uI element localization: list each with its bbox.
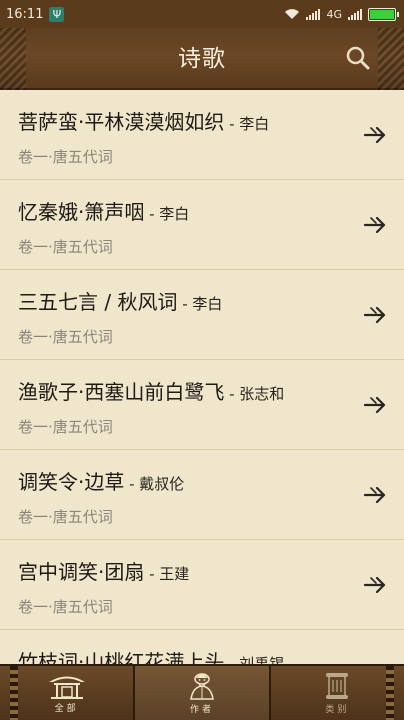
poem-title-text: 竹枝词·山桃红花满上头 (18, 650, 225, 664)
poem-title-text: 宫中调笑·团扇 (18, 560, 145, 584)
nav-tab-author-label: 作者 (189, 704, 214, 715)
poem-title-text: 三五七言 / 秋风词 (18, 290, 178, 314)
poem-title: 竹枝词·山桃红花满上头 - 刘禹锡 (18, 646, 344, 664)
bottom-nav: 全部 作者 类别 (0, 664, 404, 720)
search-button[interactable] (342, 42, 374, 74)
poem-author: - 李白 (224, 115, 270, 133)
poem-collection: 卷一·唐五代词 (18, 328, 113, 346)
search-icon (346, 46, 370, 70)
poem-title-text: 调笑令·边草 (18, 470, 125, 494)
arrow-right-icon[interactable] (362, 572, 388, 598)
arrow-right-icon[interactable] (362, 392, 388, 418)
poem-title: 宫中调笑·团扇 - 王建 (18, 556, 344, 585)
pavilion-icon (48, 676, 85, 699)
poem-author: - 戴叔伦 (124, 475, 185, 493)
battery-fill (370, 9, 394, 19)
status-left: 16:11 Ψ (6, 6, 65, 22)
scholar-icon (190, 672, 214, 700)
poem-collection: 卷一·唐五代词 (18, 418, 113, 436)
signal-icon-2 (348, 8, 362, 20)
poem-author: - 刘禹锡 (224, 655, 285, 664)
poem-collection: 卷一·唐五代词 (18, 508, 113, 526)
arrow-right-icon[interactable] (362, 302, 388, 328)
scroll-icon (326, 672, 349, 699)
list-item[interactable]: 竹枝词·山桃红花满上头 - 刘禹锡 (0, 630, 404, 664)
app-header: 诗歌 (0, 28, 404, 90)
nav-tab-all-label: 全部 (54, 703, 79, 714)
status-bar: 16:11 Ψ 4G (0, 0, 404, 28)
arrow-right-icon[interactable] (362, 122, 388, 148)
nav-tab-all[interactable]: 全部 (0, 666, 133, 720)
list-item[interactable]: 忆秦娥·箫声咽 - 李白 卷一·唐五代词 (0, 180, 404, 270)
poem-title: 调笑令·边草 - 戴叔伦 (18, 466, 344, 495)
list-item[interactable]: 菩萨蛮·平林漠漠烟如织 - 李白 卷一·唐五代词 (0, 90, 404, 180)
poem-title-text: 渔歌子·西塞山前白鹭飞 (18, 380, 225, 404)
status-time: 16:11 (6, 6, 44, 22)
signal-icon (306, 8, 321, 20)
poem-author: - 张志和 (224, 385, 285, 403)
poem-title: 忆秦娥·箫声咽 - 李白 (18, 196, 344, 225)
poem-title-text: 忆秦娥·箫声咽 (18, 200, 145, 224)
poem-title: 三五七言 / 秋风词 - 李白 (18, 286, 344, 315)
poem-title: 渔歌子·西塞山前白鹭飞 - 张志和 (18, 376, 344, 405)
battery-icon (368, 7, 399, 21)
list-item[interactable]: 渔歌子·西塞山前白鹭飞 - 张志和 卷一·唐五代词 (0, 360, 404, 450)
poem-collection: 卷一·唐五代词 (18, 148, 113, 166)
poem-collection: 卷一·唐五代词 (18, 238, 113, 256)
poem-author: - 李白 (177, 295, 223, 313)
list-item[interactable]: 调笑令·边草 - 戴叔伦 卷一·唐五代词 (0, 450, 404, 540)
network-type: 4G (326, 7, 342, 21)
poem-collection: 卷一·唐五代词 (18, 598, 113, 616)
poem-title-text: 菩萨蛮·平林漠漠烟如织 (18, 110, 225, 134)
list-item[interactable]: 宫中调笑·团扇 - 王建 卷一·唐五代词 (0, 540, 404, 630)
arrow-right-icon[interactable] (362, 212, 388, 238)
poem-author: - 李白 (144, 205, 190, 223)
nav-tab-category-label: 类别 (325, 704, 350, 715)
nav-tab-category[interactable]: 类别 (268, 666, 404, 720)
list-item[interactable]: 三五七言 / 秋风词 - 李白 卷一·唐五代词 (0, 270, 404, 360)
poem-list[interactable]: 菩萨蛮·平林漠漠烟如织 - 李白 卷一·唐五代词 忆秦娥·箫声咽 - 李白 卷一… (0, 90, 404, 664)
poem-title: 菩萨蛮·平林漠漠烟如织 - 李白 (18, 106, 344, 135)
wifi-icon (284, 8, 300, 20)
arrow-right-icon[interactable] (362, 482, 388, 508)
usb-icon: Ψ (49, 6, 65, 22)
nav-tab-author[interactable]: 作者 (133, 666, 269, 720)
poem-author: - 王建 (144, 565, 190, 583)
status-right: 4G (284, 7, 399, 21)
